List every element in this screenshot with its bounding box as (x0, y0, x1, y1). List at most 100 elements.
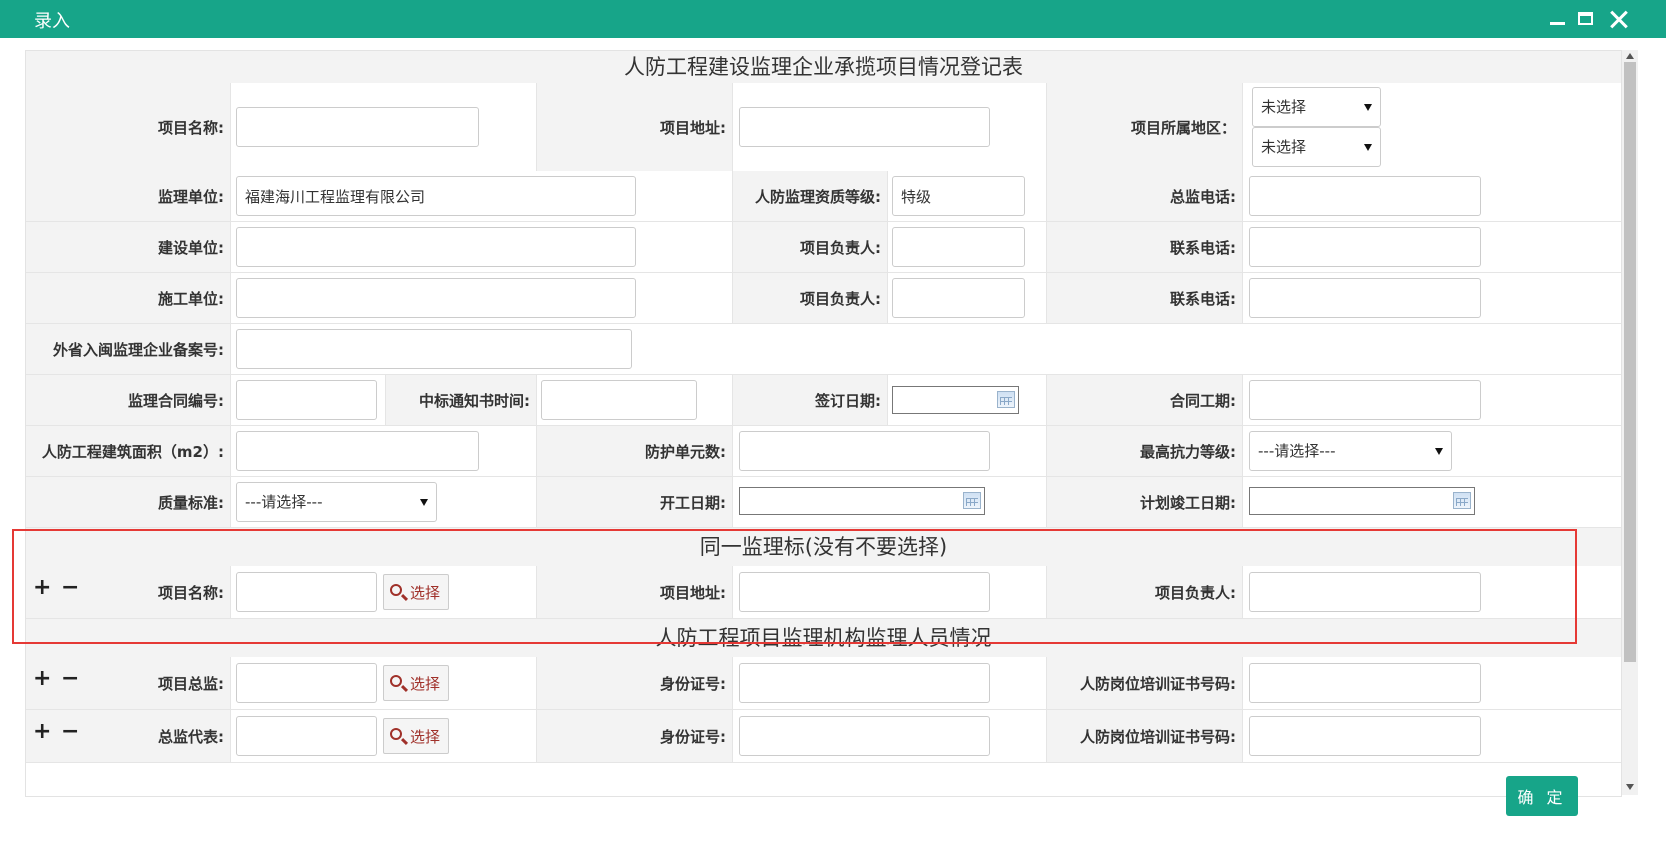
building-area-input[interactable] (236, 431, 479, 471)
vertical-scrollbar[interactable] (1622, 50, 1638, 795)
project-address-input[interactable] (739, 107, 990, 147)
contact-phone-input-2[interactable] (1249, 278, 1481, 318)
close-icon[interactable] (1606, 6, 1632, 32)
form-scroll-area[interactable]: 人防工程建设监理企业承揽项目情况登记表 项目名称: 项目地址: 项目所属地区： … (25, 50, 1622, 797)
label-chief-phone: 总监电话: (1047, 171, 1243, 221)
id-no-input-1[interactable] (739, 663, 990, 703)
label-bid-notice-time: 中标通知书时间: (386, 375, 537, 425)
bid-notice-time-input[interactable] (541, 380, 697, 420)
cell-contract-no (231, 375, 386, 425)
add-row-button[interactable]: + (33, 668, 51, 690)
row-chief-supervisor: 项目总监: + − 选择 身份证号: 人防岗位培训证书号码: (26, 657, 1621, 710)
calendar-icon[interactable] (1453, 492, 1471, 509)
cell-sign-date (888, 375, 1047, 425)
row-same-bid-project: 项目名称: + − 选择 项目地址: 项目负责人: (26, 566, 1621, 619)
remove-row-button[interactable]: − (61, 721, 79, 743)
region-select-province[interactable]: 未选择 (1252, 87, 1381, 127)
outside-record-no-input[interactable] (236, 329, 632, 369)
minimize-icon[interactable] (1545, 6, 1571, 32)
scroll-down-icon[interactable] (1626, 784, 1634, 790)
chevron-down-icon (1364, 104, 1372, 111)
label-contract-no: 监理合同编号: (26, 375, 231, 425)
cell-supervision-unit (231, 171, 733, 221)
choose-chief-supervisor-button[interactable]: 选择 (383, 665, 449, 701)
label-contact-phone-1: 联系电话: (1047, 222, 1243, 272)
maximize-icon[interactable] (1573, 6, 1599, 32)
label-project-address: 项目地址: (537, 83, 733, 171)
label-sign-date: 签订日期: (733, 375, 888, 425)
same-project-address-input[interactable] (739, 572, 990, 612)
contract-no-input[interactable] (236, 380, 377, 420)
choose-chief-rep-button[interactable]: 选择 (383, 718, 449, 754)
add-row-button[interactable]: + (33, 721, 51, 743)
label-project-manager-1: 项目负责人: (733, 222, 888, 272)
row-quality-dates: 质量标准: ---请选择--- 开工日期: 计划竣工日期: (26, 477, 1621, 528)
row-building-area: 人防工程建筑面积（m2）: 防护单元数: 最高抗力等级: ---请选择--- (26, 426, 1621, 477)
search-icon (390, 584, 402, 596)
cell-chief-rep: 选择 (231, 710, 537, 762)
scroll-thumb[interactable] (1624, 62, 1636, 662)
cert-no-input-2[interactable] (1249, 716, 1481, 756)
same-project-manager-input[interactable] (1249, 572, 1481, 612)
choose-project-button[interactable]: 选择 (383, 574, 449, 610)
builder-unit-input[interactable] (236, 278, 636, 318)
max-resistance-select[interactable]: ---请选择--- (1249, 431, 1452, 471)
sign-date-picker[interactable] (892, 386, 1019, 414)
contract-period-input[interactable] (1249, 380, 1481, 420)
chief-supervisor-input[interactable] (236, 663, 377, 703)
confirm-button[interactable]: 确 定 (1506, 776, 1578, 816)
calendar-icon[interactable] (997, 391, 1015, 408)
row-builder-unit: 施工单位: 项目负责人: 联系电话: (26, 273, 1621, 324)
label-planned-finish-date: 计划竣工日期: (1047, 477, 1243, 527)
cell-bid-notice-time (537, 375, 733, 425)
construction-unit-input[interactable] (236, 227, 636, 267)
qualification-level-input[interactable] (892, 176, 1025, 216)
cell-construction-unit (231, 222, 733, 272)
same-project-name-input[interactable] (236, 572, 377, 612)
choose-label: 选择 (410, 674, 441, 693)
dialog-titlebar: 录入 (0, 0, 1666, 38)
cell-same-project-name: 选择 (231, 566, 537, 618)
remove-row-button[interactable]: − (61, 577, 79, 599)
same-bid-title: 同一监理标(没有不要选择) (26, 528, 1621, 567)
chevron-down-icon (420, 499, 428, 506)
quality-standard-select[interactable]: ---请选择--- (236, 482, 437, 522)
dialog-title: 录入 (34, 11, 70, 32)
cell-builder-unit (231, 273, 733, 323)
cell-qualification-level (888, 171, 1047, 221)
project-manager-input-2[interactable] (892, 278, 1025, 318)
start-date-picker[interactable] (739, 487, 985, 515)
calendar-icon[interactable] (963, 492, 981, 509)
label-id-no-1: 身份证号: (537, 657, 733, 709)
region-select-city[interactable]: 未选择 (1252, 127, 1381, 167)
cell-cert-no-2 (1243, 710, 1621, 762)
contact-phone-input-1[interactable] (1249, 227, 1481, 267)
protection-units-input[interactable] (739, 431, 990, 471)
chief-phone-input[interactable] (1249, 176, 1481, 216)
choose-label: 选择 (410, 583, 441, 602)
cell-chief-phone (1243, 171, 1621, 221)
label-same-project-manager: 项目负责人: (1047, 566, 1243, 618)
remove-row-button[interactable]: − (61, 668, 79, 690)
chief-rep-input[interactable] (236, 716, 377, 756)
project-name-input[interactable] (236, 107, 479, 147)
supervision-unit-input[interactable] (236, 176, 636, 216)
cell-contact-phone-2 (1243, 273, 1621, 323)
row-construction-unit: 建设单位: 项目负责人: 联系电话: (26, 222, 1621, 273)
entry-dialog: 录入 人防工程建设监理企业承揽项目情况登记表 项目名称: 项目地址: 项目所属地… (0, 0, 1666, 852)
cell-outside-record-no (231, 324, 1621, 374)
label-start-date: 开工日期: (537, 477, 733, 527)
planned-finish-date-picker[interactable] (1249, 487, 1475, 515)
cell-id-no-2 (733, 710, 1047, 762)
cell-quality-standard: ---请选择--- (231, 477, 537, 527)
label-protection-units: 防护单元数: (537, 426, 733, 476)
label-same-project-name: 项目名称: (26, 566, 231, 618)
project-manager-input-1[interactable] (892, 227, 1025, 267)
add-row-button[interactable]: + (33, 577, 51, 599)
cell-same-project-address (733, 566, 1047, 618)
label-cert-no-1: 人防岗位培训证书号码: (1047, 657, 1243, 709)
scroll-up-icon[interactable] (1626, 53, 1634, 59)
cert-no-input-1[interactable] (1249, 663, 1481, 703)
id-no-input-2[interactable] (739, 716, 990, 756)
label-project-manager-2: 项目负责人: (733, 273, 888, 323)
